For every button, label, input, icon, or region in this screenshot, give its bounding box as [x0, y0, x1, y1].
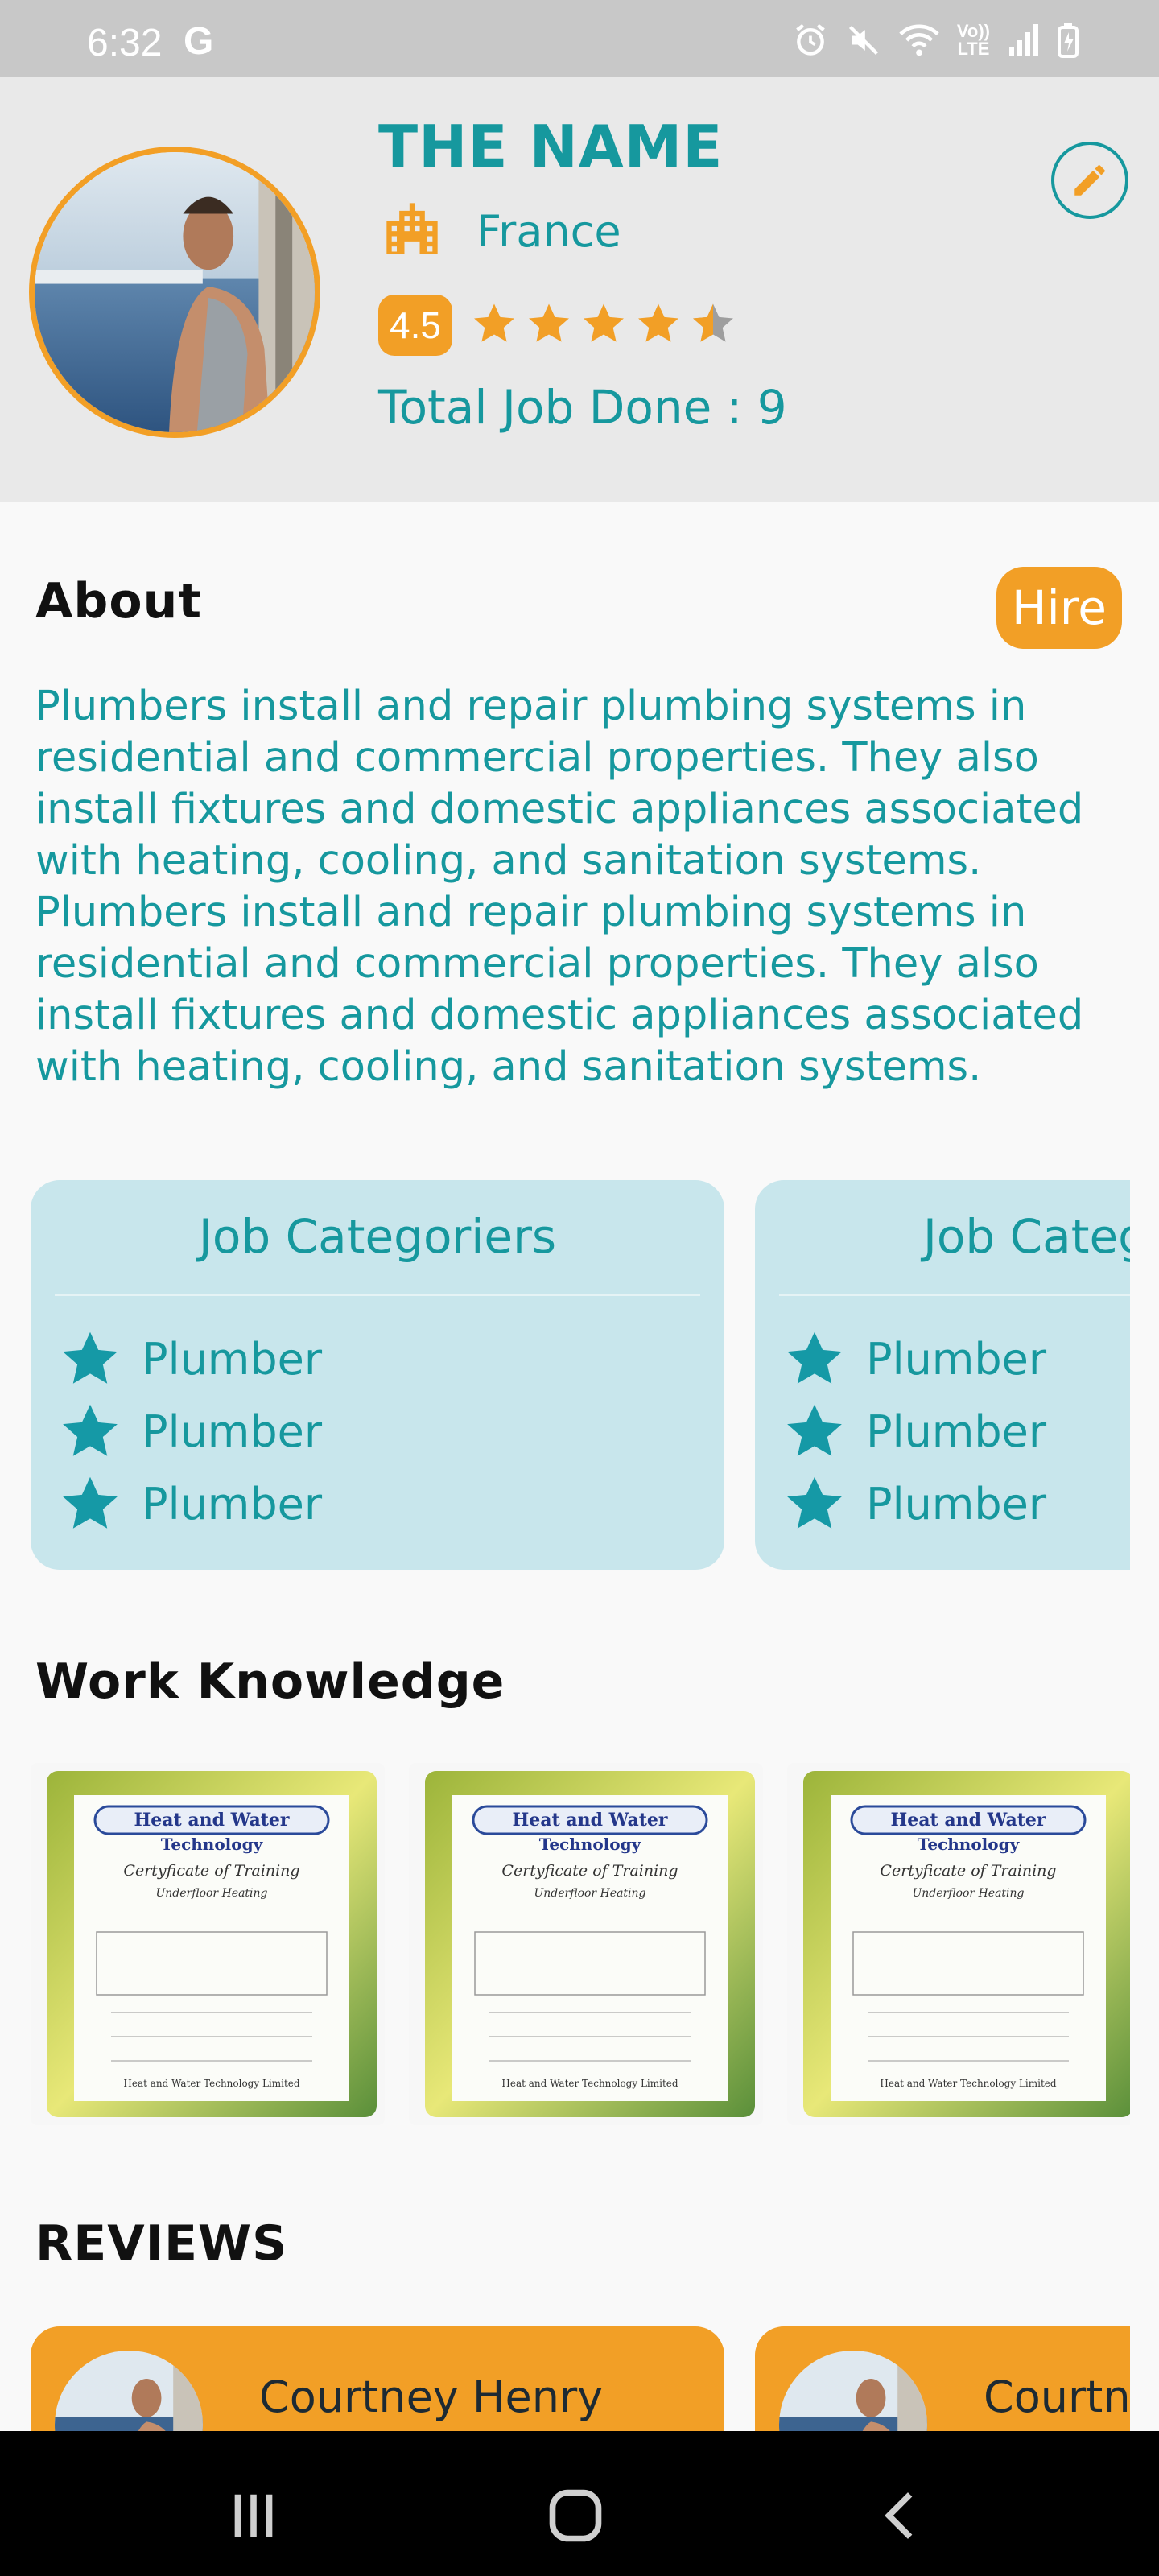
hire-button[interactable]: Hire	[996, 567, 1122, 649]
certificate-card[interactable]: Heat and Water Technology Certyficate of…	[409, 1763, 763, 2125]
certificate-card[interactable]: Heat and Water Technology Certyficate of…	[31, 1763, 385, 2125]
star-icon	[787, 1476, 842, 1529]
certificate-line2: Technology	[539, 1835, 642, 1854]
total-jobs-done: Total Job Done : 9	[378, 380, 787, 435]
certificate-line2: Technology	[161, 1835, 264, 1854]
back-button[interactable]	[864, 2479, 937, 2552]
rating-badge: 4.5	[378, 295, 452, 356]
job-category-item: Plumber	[784, 1328, 1046, 1389]
star-icon	[63, 1404, 118, 1456]
profile-location: France	[476, 206, 621, 257]
job-category-label: Plumber	[142, 1478, 323, 1530]
certificate-footer: Heat and Water Technology Limited	[501, 2078, 678, 2089]
job-category-label: Plumber	[142, 1406, 323, 1457]
job-category-card[interactable]: Job Categoriers Plumber Plumber Plumber	[755, 1180, 1130, 1570]
job-category-title: Job Categoriers	[922, 1209, 1130, 1264]
about-description: Plumbers install and repair plumbing sys…	[35, 683, 1084, 1091]
status-time: 6:32	[87, 22, 163, 64]
job-category-item: Plumber	[60, 1401, 322, 1462]
reviewer-name: Courtney Henry	[984, 2372, 1130, 2422]
reviews-title: REVIEWS	[35, 2215, 288, 2272]
recents-icon	[234, 2494, 273, 2537]
star-icon	[584, 303, 624, 342]
recents-button[interactable]	[217, 2479, 290, 2552]
carrier-g-icon: G	[184, 20, 214, 63]
reviewer-photo	[55, 2351, 203, 2431]
certificate-line3: Certyficate of Training	[501, 1862, 678, 1880]
reviewer-avatar	[55, 2351, 203, 2431]
star-icon	[787, 1331, 842, 1384]
status-bar: 6:32 G Vo)) LTE	[0, 0, 1159, 77]
volte-indicator: Vo)) LTE	[957, 23, 990, 58]
star-icon	[63, 1331, 118, 1384]
star-icon	[638, 303, 678, 342]
status-icons: Vo)) LTE	[793, 23, 1079, 58]
certificate-line4: Underfloor Heating	[912, 1887, 1024, 1900]
certificate-image: Heat and Water Technology Certyficate of…	[47, 1771, 377, 2117]
star-icon	[63, 1476, 118, 1529]
star-icon	[787, 1404, 842, 1456]
profile-name: THE NAME	[378, 113, 724, 180]
job-categories-carousel[interactable]: Job Categoriers Plumber Plumber Plumber …	[0, 1180, 1130, 1570]
lte-label: LTE	[957, 39, 990, 59]
profile-header: THE NAME France 4.5 Total Job Done : 9	[0, 77, 1159, 502]
job-category-label: Plumber	[866, 1478, 1047, 1530]
job-category-title: Job Categoriers	[198, 1209, 557, 1264]
work-knowledge-title: Work Knowledge	[35, 1653, 505, 1710]
job-category-label: Plumber	[866, 1406, 1047, 1457]
certificate-line2: Technology	[918, 1835, 1021, 1854]
avatar-photo	[35, 152, 315, 432]
job-category-item: Plumber	[60, 1473, 322, 1534]
star-icon	[474, 303, 514, 342]
certificate-image: Heat and Water Technology Certyficate of…	[803, 1771, 1130, 2117]
alarm-icon	[796, 23, 825, 56]
system-nav-bar	[0, 2431, 1159, 2576]
battery-icon	[1058, 23, 1079, 58]
certificate-line1: Heat and Water	[134, 1810, 290, 1831]
certificate-line3: Certyficate of Training	[123, 1862, 299, 1880]
mute-icon	[848, 25, 878, 56]
city-buildings-icon	[386, 203, 438, 254]
certificate-image: Heat and Water Technology Certyficate of…	[425, 1771, 755, 2117]
review-card[interactable]: Courtney Henry	[31, 2326, 724, 2431]
job-category-label: Plumber	[142, 1333, 323, 1385]
volte-label: Vo))	[956, 21, 990, 41]
reviewer-photo	[779, 2351, 927, 2431]
job-category-item: Plumber	[784, 1401, 1046, 1462]
certificate-line1: Heat and Water	[891, 1810, 1046, 1831]
certificate-footer: Heat and Water Technology Limited	[880, 2078, 1057, 2089]
certificates-carousel[interactable]: Heat and Water Technology Certyficate of…	[0, 1763, 1130, 2125]
divider	[779, 1294, 1130, 1296]
divider	[55, 1294, 700, 1296]
certificate-line4: Underfloor Heating	[155, 1887, 267, 1900]
signal-icon	[1009, 24, 1038, 56]
rating-stars	[472, 301, 736, 346]
home-button[interactable]	[539, 2479, 612, 2552]
job-category-card[interactable]: Job Categoriers Plumber Plumber Plumber	[31, 1180, 724, 1570]
review-card[interactable]: Courtney Henry	[755, 2326, 1130, 2431]
certificate-line3: Certyficate of Training	[880, 1862, 1056, 1880]
reviews-carousel[interactable]: Courtney Henry Courtney Henry	[0, 2326, 1130, 2431]
wifi-icon	[899, 24, 939, 56]
certificate-line1: Heat and Water	[513, 1810, 668, 1831]
pencil-icon	[1074, 165, 1105, 196]
certificate-card[interactable]: Heat and Water Technology Certyficate of…	[787, 1763, 1130, 2125]
reviewer-avatar	[779, 2351, 927, 2431]
job-category-item: Plumber	[784, 1473, 1046, 1534]
certificate-footer: Heat and Water Technology Limited	[123, 2078, 300, 2089]
edit-profile-button[interactable]	[1051, 142, 1128, 219]
job-category-label: Plumber	[866, 1333, 1047, 1385]
reviewer-name: Courtney Henry	[259, 2372, 604, 2422]
half-star-icon	[693, 303, 733, 342]
job-category-item: Plumber	[60, 1328, 322, 1389]
home-icon	[549, 2489, 602, 2542]
about-title: About	[35, 573, 203, 630]
profile-avatar[interactable]	[29, 147, 320, 438]
certificate-line4: Underfloor Heating	[534, 1887, 645, 1900]
back-icon	[885, 2492, 913, 2539]
star-icon	[529, 303, 569, 342]
